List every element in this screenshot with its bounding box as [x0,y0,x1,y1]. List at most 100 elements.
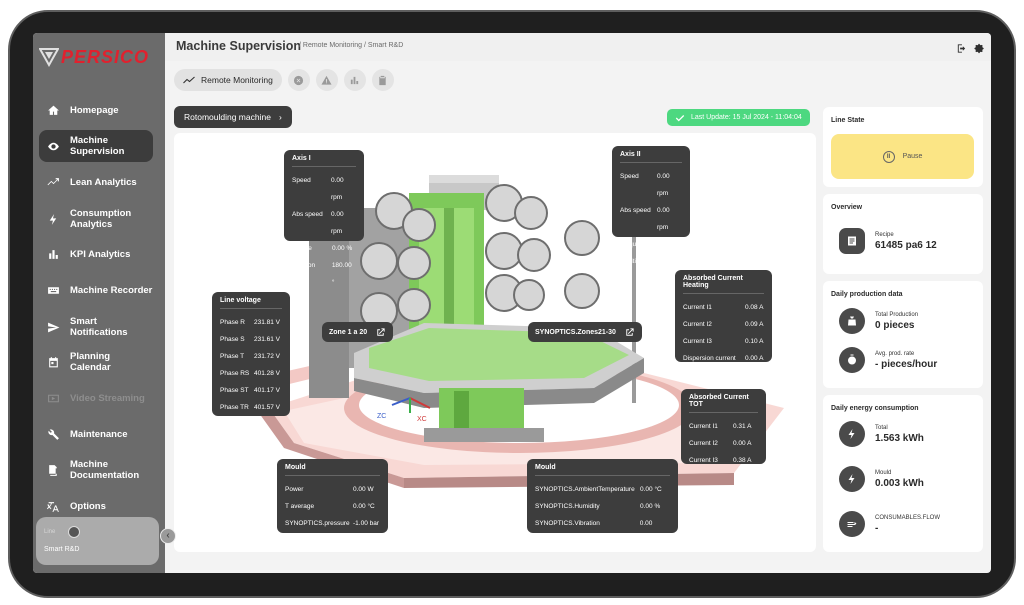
avg-rate-kpi: Avg. prod. rate - pieces/hour [839,347,937,373]
bar-chart-icon [351,76,359,84]
page-title: Machine Supervision [176,39,302,53]
row-value: 0.38 A [733,457,752,464]
kpi-value: 61485 pa6 12 [875,239,937,251]
context-label: Line [44,529,56,535]
flow-icon [839,511,865,537]
trend-icon [46,175,60,189]
sidebar-item-video-streaming: Video Streaming [39,383,153,413]
sidebar-item-machine-documentation[interactable]: Machine Documentation [39,454,153,486]
row-value: -1.00 bar [353,520,380,527]
logo-text: PERSICO [61,47,150,67]
zone-label: Zone 1 a 20 [329,328,368,336]
translate-icon [46,499,60,513]
row-value: 0.00 °C [353,503,375,510]
persico-logo: PERSICO [39,45,161,71]
zone-21-30-button[interactable]: SYNOPTICS.Zones21-30 [528,322,642,342]
sidebar-item-label: Machine Supervision [70,135,125,157]
breadcrumb: / Remote Monitoring / Smart R&D [299,42,404,49]
home-icon [46,103,60,117]
row-label: Abs speed [620,207,651,214]
clipboard-icon [379,75,387,85]
kpi-value: - pieces/hour [875,358,938,370]
total-production-kpi: Total Production 0 pieces [839,308,918,334]
sidebar-item-label: Lean Analytics [70,176,137,188]
machine-selector-button[interactable]: Rotomoulding machine › [174,106,292,128]
kpi-label: Avg. prod. rate [875,350,915,357]
sidebar-item-label: Smart Notifications [70,316,128,338]
sidebar-item-smart-notifications[interactable]: Smart Notifications [39,311,153,343]
panel-title: Axis II [620,151,682,163]
tab-alarms-cancel[interactable] [287,69,310,91]
wrench-icon [46,427,60,441]
kpi-label: Mould [875,469,892,476]
lightning-icon [839,466,865,492]
energy-mould-kpi: Mould 0.003 kWh [839,466,924,492]
row-label: Torque [292,245,312,252]
recipe-kpi: Recipe 61485 pa6 12 [839,228,937,254]
tab-reports[interactable] [371,69,394,91]
daily-production-card: Daily production data Total Production 0 … [823,281,983,388]
zone-1-20-button[interactable]: Zone 1 a 20 [322,322,394,342]
machine-label: Rotomoulding machine [184,112,271,122]
sidebar-item-machine-supervision[interactable]: Machine Supervision [39,130,153,162]
kpi-value: 1.563 kWh [875,432,924,444]
row-label: Current I1 [683,304,712,311]
row-value: 0.08 A [745,304,764,311]
sidebar-item-planning-calendar[interactable]: Planning Calendar [39,347,153,377]
chevron-right-icon: › [278,112,282,122]
row-label: Phase RS [220,370,250,377]
kpi-value: - [875,522,879,534]
logout-icon[interactable] [956,41,967,59]
row-label: Speed [620,173,639,180]
row-value: 231.61 V [254,336,281,343]
machine-3d-view[interactable]: ZC XC Axis I Speed 0.00 rpm Abs speed 0.00… [174,133,816,552]
documents-icon [46,463,60,477]
row-label: Current I3 [683,338,712,345]
row-value: 0.00 % [640,503,661,510]
row-label: Current I3 [689,457,718,464]
kpi-label: Total Production [875,311,919,318]
line-context-card[interactable]: Line Smart R&D [36,517,159,565]
sidebar-item-label: KPI Analytics [70,248,131,260]
row-value: 0.00 rpm [330,211,344,235]
row-label: Phase ST [220,387,249,394]
sidebar-item-lean-analytics[interactable]: Lean Analytics [39,167,153,197]
consumables-flow-kpi: CONSUMABLES.FLOW - [839,511,940,537]
row-label: Power [285,486,304,493]
trend-icon [183,76,195,83]
last-update-badge: Last Update: 15 Jul 2024 - 11:04:04 [667,109,810,126]
panel-title: Mould [535,464,670,476]
sidebar-item-machine-recorder[interactable]: Machine Recorder [39,275,153,305]
sidebar-item-maintenance[interactable]: Maintenance [39,419,153,449]
sidebar-item-label: Consumption Analytics [70,208,132,230]
row-value: 0.09 A [745,321,764,328]
tab-remote-monitoring[interactable]: Remote Monitoring [174,69,282,91]
sidebar-item-label: Machine Recorder [70,284,153,296]
tab-statistics[interactable] [343,69,366,91]
panel-title: Absorbed Current TOT [689,394,758,413]
sidebar-item-label: Homepage [70,104,119,116]
row-label: SYNOPTICS.Vibration [535,520,600,527]
tab-warnings[interactable] [315,69,338,91]
row-value: 0.00 W [353,486,374,493]
zone-label: SYNOPTICS.Zones21-30 [535,328,616,336]
panel-title: Mould [285,464,380,476]
row-label: Phase S [220,336,245,343]
row-value: 180.00 ° [331,262,352,286]
row-label: SYNOPTICS.Humidity [535,503,600,510]
row-value: 0.31 A [733,423,752,430]
absorbed-current-tot-panel: Absorbed Current TOT Current I1 0.31 A Cu… [681,389,766,464]
line-state-label: Pause [902,153,923,160]
tab-bar: Remote Monitoring [174,69,394,91]
sidebar-collapse-button[interactable]: ‹ [160,528,176,544]
sidebar-item-consumption-analytics[interactable]: Consumption Analytics [39,203,153,235]
pause-icon: II [882,150,895,163]
kpi-label: CONSUMABLES.FLOW [875,514,941,521]
row-value: 231.72 V [254,353,281,360]
sidebar-item-kpi-analytics[interactable]: KPI Analytics [39,239,153,269]
row-value: 0.00 ° [658,258,676,265]
row-label: Torque [620,241,640,248]
gear-icon[interactable] [974,41,985,59]
absorbed-current-heating-panel: Absorbed Current Heating Current I1 0.08 … [675,270,772,362]
sidebar-item-homepage[interactable]: Homepage [39,95,153,125]
